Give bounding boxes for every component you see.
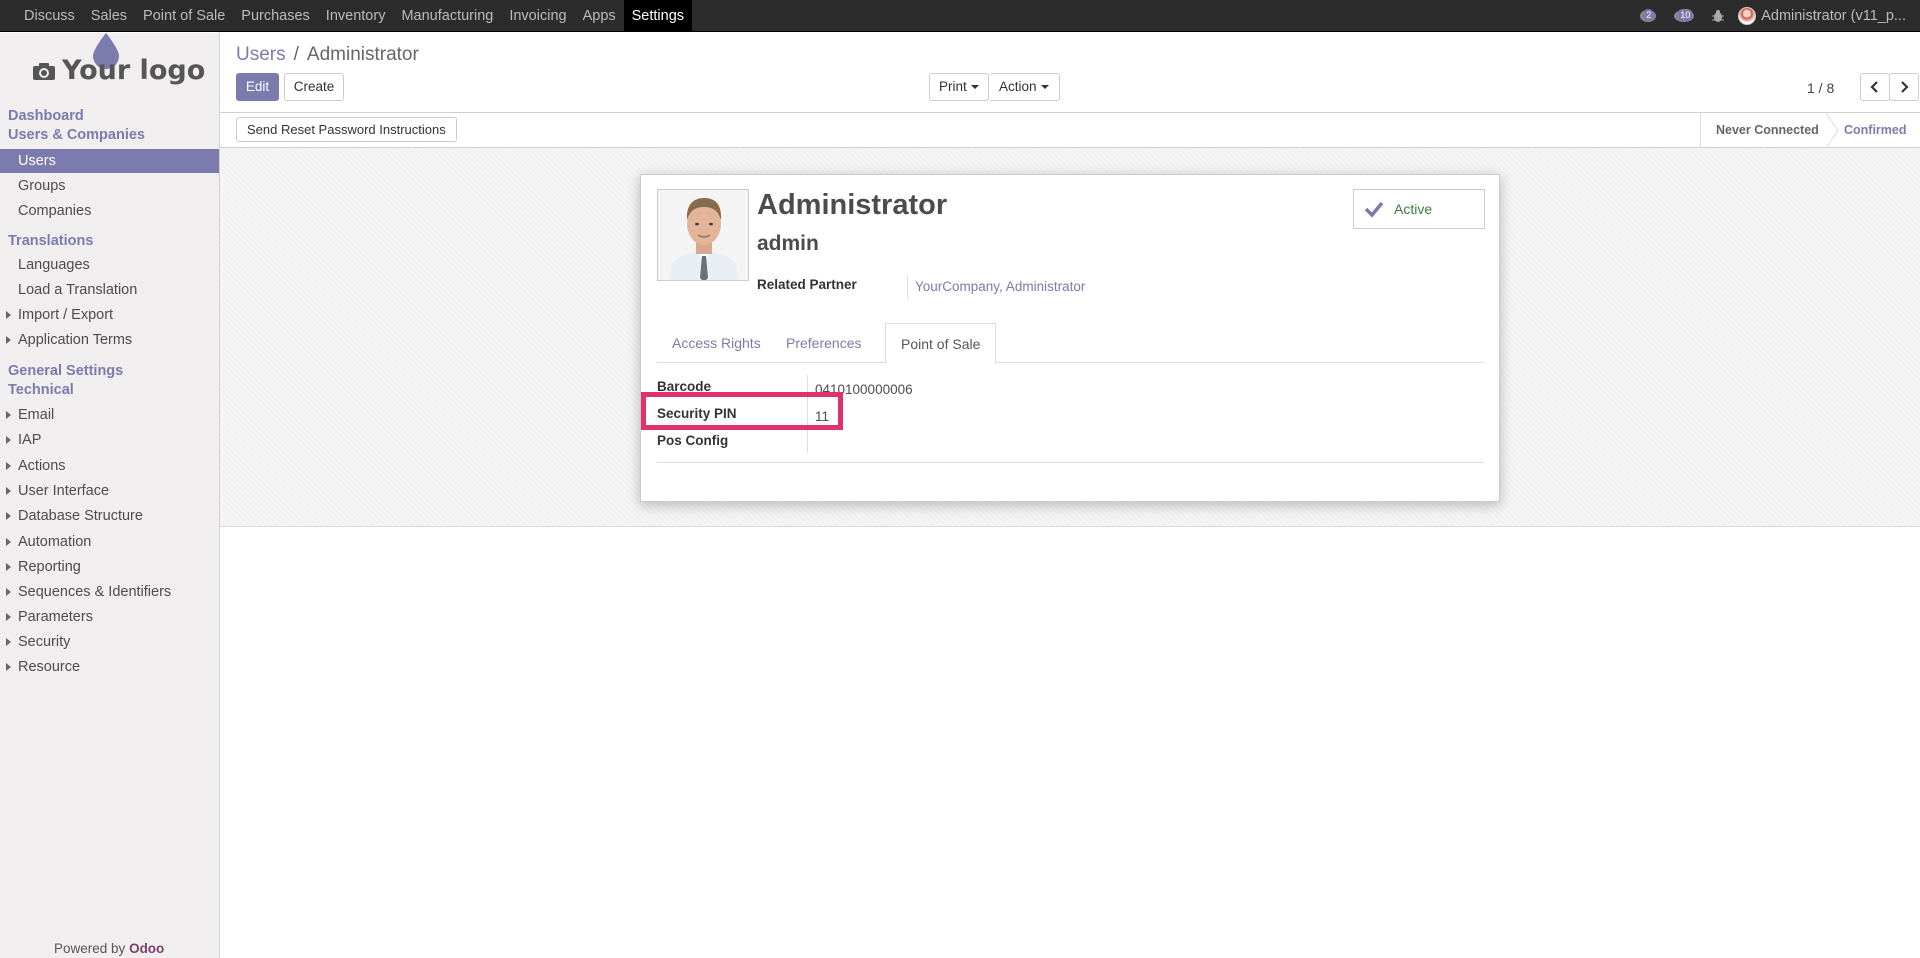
sidebar-item-database-structure[interactable]: Database Structure — [0, 504, 219, 528]
chat-counter: 2 — [1643, 9, 1655, 21]
sidebar-item-groups[interactable]: Groups — [0, 174, 219, 198]
menu-settings[interactable]: Settings — [623, 0, 693, 32]
powered-by-text: Powered by — [54, 941, 126, 956]
systray: 2 10 Administrator (v11_p... — [1640, 0, 1906, 32]
user-avatar — [1738, 7, 1757, 25]
menu-invoicing[interactable]: Invoicing — [501, 0, 574, 32]
portrait-image — [658, 190, 748, 280]
section-divider — [657, 462, 1484, 463]
checkmark-icon — [1364, 201, 1384, 218]
sidebar-item-actions[interactable]: Actions — [0, 454, 219, 478]
sidebar-item-iap[interactable]: IAP — [0, 428, 219, 452]
user-name: Administrator (v11_p... — [1761, 8, 1906, 24]
sidebar-item-resource[interactable]: Resource — [0, 655, 219, 679]
pager-next[interactable] — [1889, 73, 1919, 101]
tab-point-of-sale[interactable]: Point of Sale — [885, 323, 997, 364]
sidebar-item-security[interactable]: Security — [0, 630, 219, 654]
powered-by: Powered by Odoo — [54, 941, 164, 956]
section-general-settings[interactable]: General Settings — [8, 363, 123, 379]
logo-text: Your logo — [62, 55, 206, 86]
sidebar-item-import-export[interactable]: Import / Export — [0, 303, 219, 327]
related-partner-label: Related Partner — [757, 277, 857, 292]
annotation-highlight-box — [641, 392, 843, 430]
sidebar-item-email[interactable]: Email — [0, 403, 219, 427]
pager-previous[interactable] — [1860, 73, 1890, 101]
top-navbar: Discuss Sales Point of Sale Purchases In… — [0, 0, 1920, 32]
stage-arrow-icon — [1826, 113, 1839, 148]
form-statusbar: Send Reset Password Instructions Never C… — [220, 113, 1920, 148]
tab-access-rights[interactable]: Access Rights — [657, 323, 776, 364]
sidebar: Your logo Dashboard Users & Companies Us… — [0, 33, 220, 958]
menu-sales[interactable]: Sales — [83, 0, 135, 32]
section-dashboard[interactable]: Dashboard — [8, 108, 84, 124]
stage-divider — [1700, 113, 1701, 148]
chevron-left-icon — [1870, 81, 1878, 93]
section-translations[interactable]: Translations — [8, 233, 93, 249]
related-partner-link[interactable]: YourCompany, Administrator — [915, 279, 1085, 294]
sidebar-item-automation[interactable]: Automation — [0, 530, 219, 554]
tab-preferences[interactable]: Preferences — [771, 323, 876, 364]
sidebar-item-languages[interactable]: Languages — [0, 253, 219, 277]
field-divider — [907, 275, 908, 299]
logo-text-wrap: Your logo — [32, 55, 205, 86]
breadcrumb-users[interactable]: Users — [236, 44, 286, 66]
control-panel: Users / Administrator Edit Create Print … — [220, 33, 1920, 113]
activity-counter: 10 — [1677, 9, 1694, 21]
menu-discuss[interactable]: Discuss — [16, 0, 83, 32]
active-label: Active — [1394, 201, 1433, 217]
breadcrumb-separator: / — [293, 44, 299, 65]
sidebar-item-reporting[interactable]: Reporting — [0, 555, 219, 579]
print-label: Print — [939, 79, 967, 94]
breadcrumb: Users / Administrator — [236, 44, 419, 66]
pos-config-label: Pos Config — [657, 433, 729, 448]
user-login-field: admin — [757, 232, 819, 255]
action-label: Action — [999, 79, 1037, 94]
menu-manufacturing[interactable]: Manufacturing — [393, 0, 501, 32]
sidebar-item-sequences[interactable]: Sequences & Identifiers — [0, 580, 219, 604]
sidebar-item-load-translation[interactable]: Load a Translation — [0, 278, 219, 302]
stage-never-connected[interactable]: Never Connected — [1716, 113, 1819, 148]
edit-button[interactable]: Edit — [236, 73, 279, 101]
breadcrumb-current: Administrator — [306, 44, 419, 65]
debug-bug-icon[interactable] — [1712, 9, 1725, 23]
sidebar-item-application-terms[interactable]: Application Terms — [0, 328, 219, 352]
menu-purchases[interactable]: Purchases — [233, 0, 318, 32]
sidebar-item-parameters[interactable]: Parameters — [0, 605, 219, 629]
activity-menu[interactable]: 10 — [1674, 8, 1698, 24]
reset-password-button[interactable]: Send Reset Password Instructions — [236, 117, 457, 142]
user-menu[interactable]: Administrator (v11_p... — [1738, 7, 1906, 25]
menu-point-of-sale[interactable]: Point of Sale — [135, 0, 233, 32]
odoo-link[interactable]: Odoo — [129, 941, 164, 956]
app-menu: Discuss Sales Point of Sale Purchases In… — [0, 0, 693, 32]
chevron-right-icon — [1901, 81, 1909, 93]
camera-icon — [33, 62, 55, 80]
caret-down-icon — [970, 85, 979, 90]
menu-apps[interactable]: Apps — [575, 0, 624, 32]
caret-down-icon — [1040, 85, 1049, 90]
user-name-field: Administrator — [757, 189, 948, 221]
pager-value[interactable]: 1 / 8 — [1807, 80, 1834, 96]
user-photo[interactable] — [657, 189, 749, 281]
messaging-menu[interactable]: 2 — [1640, 8, 1660, 24]
sidebar-item-companies[interactable]: Companies — [0, 199, 219, 223]
print-dropdown[interactable]: Print — [929, 73, 989, 101]
sidebar-item-users[interactable]: Users — [0, 149, 219, 173]
create-button[interactable]: Create — [284, 73, 344, 101]
menu-inventory[interactable]: Inventory — [318, 0, 394, 32]
company-logo[interactable]: Your logo — [30, 33, 205, 93]
stage-confirmed[interactable]: Confirmed — [1844, 113, 1907, 148]
active-toggle-button[interactable]: Active — [1353, 189, 1485, 229]
action-dropdown[interactable]: Action — [989, 73, 1060, 101]
sidebar-item-user-interface[interactable]: User Interface — [0, 479, 219, 503]
section-technical[interactable]: Technical — [8, 382, 74, 398]
notebook-tabs: Access Rights Preferences Point of Sale — [657, 323, 1484, 364]
section-users-companies[interactable]: Users & Companies — [8, 127, 145, 143]
form-sheet: Administrator admin Related Partner Your… — [640, 174, 1500, 502]
